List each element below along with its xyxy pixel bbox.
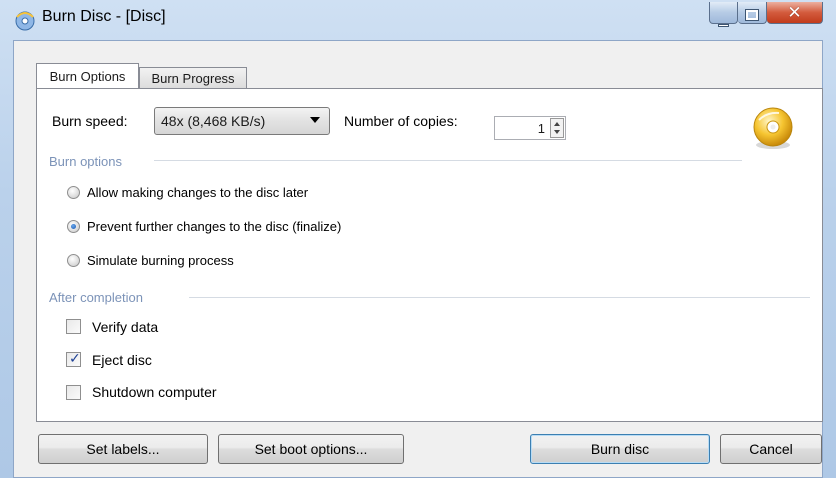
checkbox-shutdown[interactable] — [66, 385, 81, 400]
radio-allow-changes[interactable] — [67, 186, 80, 199]
checkbox-verify-data[interactable] — [66, 319, 81, 334]
after-completion-group-title: After completion — [49, 290, 143, 305]
chevron-down-icon — [310, 117, 320, 123]
close-button[interactable]: ✕ — [767, 2, 823, 24]
burn-options-group-title: Burn options — [49, 154, 122, 169]
copies-label: Number of copies: — [344, 113, 458, 129]
burn-disc-button[interactable]: Burn disc — [530, 434, 710, 464]
title-bar[interactable]: Burn Disc - [Disc] ✕ — [0, 0, 836, 40]
close-icon: ✕ — [787, 3, 802, 22]
maximize-button[interactable] — [738, 2, 767, 24]
radio-finalize[interactable] — [67, 220, 80, 233]
set-boot-options-button[interactable]: Set boot options... — [218, 434, 404, 464]
stepper-down-icon[interactable] — [554, 130, 560, 134]
disc-icon — [753, 107, 793, 149]
burn-speed-select[interactable]: 48x (8,468 KB/s) — [154, 107, 330, 135]
stepper-buttons[interactable] — [550, 118, 564, 138]
radio-simulate-label[interactable]: Simulate burning process — [87, 253, 234, 268]
group-divider — [154, 160, 742, 161]
radio-finalize-label[interactable]: Prevent further changes to the disc (fin… — [87, 219, 341, 234]
copies-stepper[interactable]: 1 — [494, 116, 566, 140]
maximize-icon — [738, 7, 766, 23]
checkmark-icon: ✓ — [69, 350, 81, 366]
burn-speed-label: Burn speed: — [52, 113, 128, 129]
set-labels-button[interactable]: Set labels... — [38, 434, 208, 464]
cancel-button[interactable]: Cancel — [720, 434, 822, 464]
stepper-up-icon[interactable] — [554, 122, 560, 126]
checkbox-eject-disc[interactable]: ✓ — [66, 350, 81, 367]
minimize-button[interactable] — [709, 2, 738, 27]
group-divider — [189, 297, 810, 298]
burn-speed-value: 48x (8,468 KB/s) — [161, 113, 266, 129]
checkbox-verify-data-label[interactable]: Verify data — [92, 319, 158, 335]
minimize-icon — [710, 14, 737, 30]
radio-allow-changes-label[interactable]: Allow making changes to the disc later — [87, 185, 308, 200]
disc-burner-icon — [15, 11, 35, 31]
tab-burn-options[interactable]: Burn Options — [36, 63, 139, 88]
copies-value: 1 — [537, 121, 545, 136]
window-title: Burn Disc - [Disc] — [42, 8, 166, 25]
background-strip — [0, 478, 836, 483]
checkbox-shutdown-label[interactable]: Shutdown computer — [92, 384, 217, 400]
tab-burn-progress[interactable]: Burn Progress — [139, 67, 247, 88]
burn-disc-window: Burn Disc - [Disc] ✕ Burn Options Burn P… — [0, 0, 836, 483]
checkbox-eject-disc-label[interactable]: Eject disc — [92, 352, 152, 368]
radio-simulate[interactable] — [67, 254, 80, 267]
